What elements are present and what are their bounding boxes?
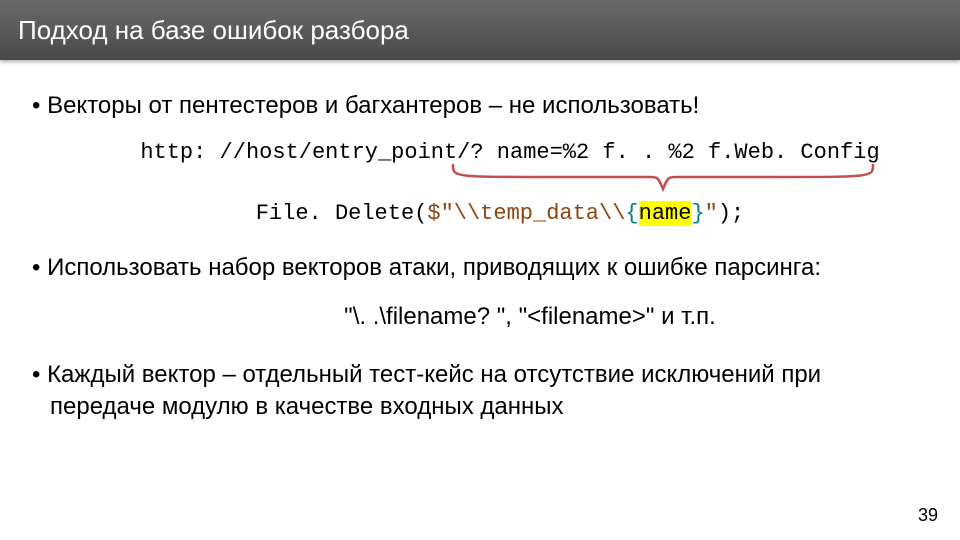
code-token: { [625,201,638,226]
code-token: ( [414,201,427,226]
code-token-highlighted: name [639,201,692,226]
slide-content: Векторы от пентестеров и багхантеров – н… [0,60,960,424]
bullet-1: Векторы от пентестеров и багхантеров – н… [28,90,932,122]
slide-header: Подход на базе ошибок разбора [0,0,960,60]
code-token: " [705,201,718,226]
brace-decoration [28,167,932,197]
code-token: File. Delete [256,201,414,226]
code-token: } [691,201,704,226]
code-example: File. Delete($"\\temp_data\\{name}"); [28,201,932,226]
slide-title: Подход на базе ошибок разбора [18,15,409,46]
code-token: $" [427,201,453,226]
page-number: 39 [918,505,938,526]
curly-brace-icon [448,163,878,193]
url-example: http: //host/entry_point/? name=%2 f. . … [28,140,932,165]
bullet-3: Каждый вектор – отдельный тест-кейс на о… [28,359,932,424]
vector-examples: "\. .\filename? ", "<filename>" и т.п. [28,303,932,331]
bullet-2: Использовать набор векторов атаки, приво… [28,252,932,284]
code-token: \\temp_data\\ [454,201,626,226]
code-token: ); [718,201,744,226]
